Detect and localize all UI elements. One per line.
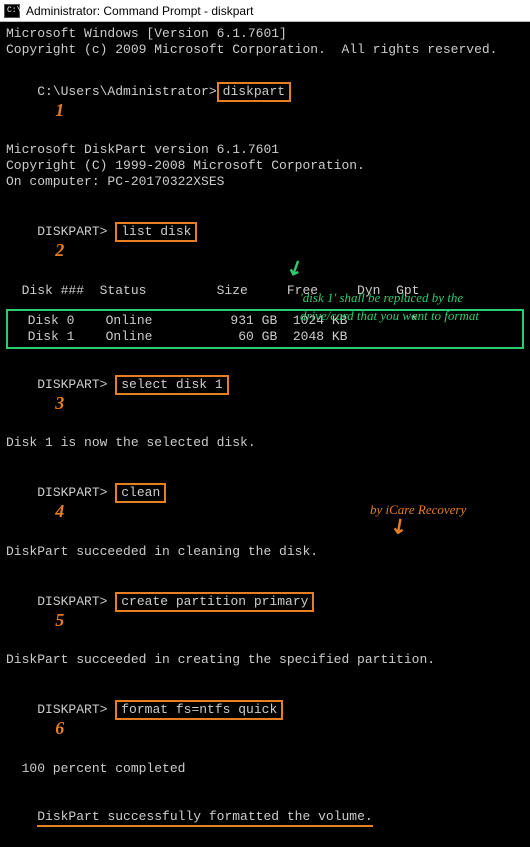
prompt-6: DISKPART> format fs=ntfs quick 6 (6, 684, 524, 752)
cmd-list-disk: list disk (115, 222, 197, 242)
prompt-path: DISKPART> (37, 377, 115, 392)
window-titlebar: C:\ Administrator: Command Prompt - disk… (0, 0, 530, 22)
prompt-1: C:\Users\Administrator>diskpart 1 (6, 66, 524, 134)
prompt-3: DISKPART> select disk 1 3 (6, 359, 524, 427)
table-row: Disk 1 Online 60 GB 2048 KB (12, 329, 518, 345)
step-4: 4 (55, 501, 64, 521)
result-5: DiskPart succeeded in creating the speci… (6, 652, 524, 668)
header-line-2: Copyright (c) 2009 Microsoft Corporation… (6, 42, 524, 58)
green-note-line1: 'disk 1' shall be replaced by the (300, 290, 463, 306)
result-3: Disk 1 is now the selected disk. (6, 435, 524, 451)
cmd-select-disk: select disk 1 (115, 375, 228, 395)
prompt-path: DISKPART> (37, 224, 115, 239)
step-5: 5 (55, 610, 64, 630)
credit-text: by iCare Recovery (370, 502, 466, 518)
step-1: 1 (55, 100, 64, 120)
green-note-line2: drive/card that you want to format (300, 308, 479, 324)
prompt-2: DISKPART> list disk 2 (6, 206, 524, 274)
diskpart-header-2: Copyright (C) 1999-2008 Microsoft Corpor… (6, 158, 524, 174)
cmd-clean: clean (115, 483, 166, 503)
prompt-path: DISKPART> (37, 594, 115, 609)
window-title: Administrator: Command Prompt - diskpart (26, 4, 253, 18)
prompt-path: DISKPART> (37, 702, 115, 717)
prompt-path: DISKPART> (37, 485, 115, 500)
cmd-icon: C:\ (4, 4, 20, 18)
diskpart-header-1: Microsoft DiskPart version 6.1.7601 (6, 142, 524, 158)
progress-line: 100 percent completed (6, 761, 524, 777)
diskpart-header-3: On computer: PC-20170322XSES (6, 174, 524, 190)
cmd-create-partition: create partition primary (115, 592, 314, 612)
final-result: DiskPart successfully formatted the volu… (6, 793, 524, 843)
cmd-diskpart: diskpart (217, 82, 291, 102)
step-6: 6 (55, 718, 64, 738)
prompt-5: DISKPART> create partition primary 5 (6, 576, 524, 644)
step-3: 3 (55, 393, 64, 413)
result-4: DiskPart succeeded in cleaning the disk. (6, 544, 524, 560)
final-result-text: DiskPart successfully formatted the volu… (37, 809, 372, 827)
terminal-body[interactable]: Microsoft Windows [Version 6.1.7601] Cop… (0, 22, 530, 847)
prompt-path: C:\Users\Administrator> (37, 84, 216, 99)
cmd-format: format fs=ntfs quick (115, 700, 283, 720)
step-2: 2 (55, 240, 64, 260)
header-line-1: Microsoft Windows [Version 6.1.7601] (6, 26, 524, 42)
